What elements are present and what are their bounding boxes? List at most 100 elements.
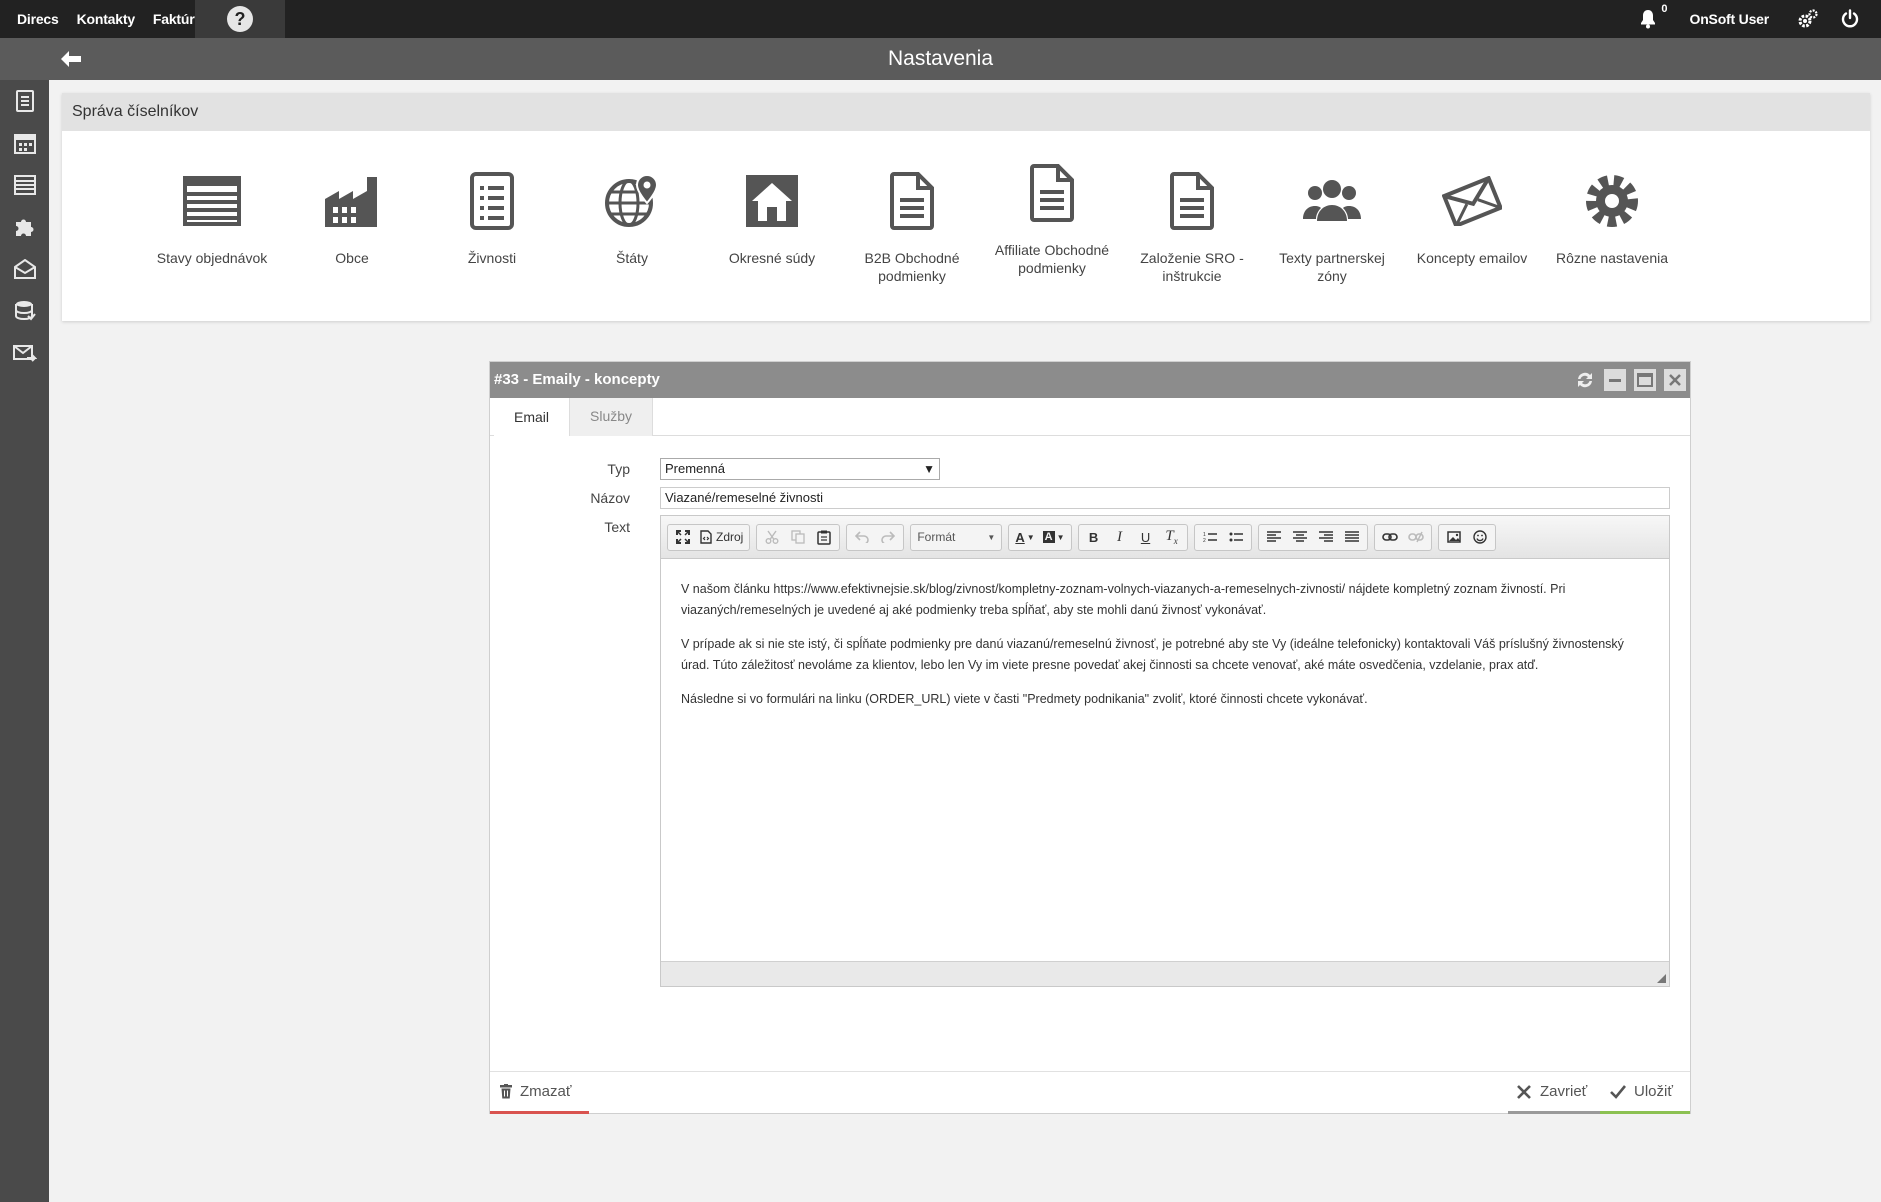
sidebar-item-modules[interactable] xyxy=(0,206,49,248)
remove-format-icon: Tx xyxy=(1165,528,1178,546)
user-name[interactable]: OnSoft User xyxy=(1690,11,1770,27)
sidebar-item-calendar[interactable] xyxy=(0,122,49,164)
image-icon xyxy=(1446,531,1461,543)
image-button[interactable] xyxy=(1441,525,1467,550)
tile-order-states[interactable]: Stavy objednávok xyxy=(142,133,282,313)
align-right-button[interactable] xyxy=(1313,525,1339,550)
name-label: Názov xyxy=(590,490,630,506)
paragraph: Následne si vo formulári na linku (ORDER… xyxy=(681,692,1368,706)
italic-button[interactable]: I xyxy=(1107,525,1133,550)
close-window-button[interactable] xyxy=(1664,369,1686,391)
delete-label: Zmazať xyxy=(520,1083,572,1100)
database-icon xyxy=(14,301,36,321)
tile-countries[interactable]: Štáty xyxy=(562,133,702,313)
sidebar-item-mail[interactable] xyxy=(0,248,49,290)
tile-partner-texts[interactable]: Texty partnerskej zóny xyxy=(1262,133,1402,313)
tile-municipalities[interactable]: Obce xyxy=(282,133,422,313)
close-button[interactable]: Zavrieť xyxy=(1508,1072,1600,1114)
undo-icon xyxy=(855,531,870,543)
tab-services[interactable]: Služby xyxy=(569,398,654,436)
redo-button[interactable] xyxy=(875,525,901,550)
format-label: Formát xyxy=(917,530,956,544)
clipboard-list-icon xyxy=(470,172,514,230)
refresh-arrows-icon xyxy=(1578,372,1592,388)
tile-affiliate-terms[interactable]: Affiliate Obchodné podmienky xyxy=(982,133,1122,313)
cut-button[interactable] xyxy=(759,525,785,550)
nav-kontakty[interactable]: Kontakty xyxy=(68,11,144,27)
background-color-button[interactable]: A ▼ xyxy=(1039,525,1069,550)
sidebar-item-documents[interactable] xyxy=(0,80,49,122)
svg-text:2: 2 xyxy=(1203,538,1206,543)
numbered-list-button[interactable]: 12 xyxy=(1197,525,1223,550)
help-button[interactable]: ? xyxy=(195,0,285,38)
source-button[interactable]: Zdroj xyxy=(696,525,747,550)
sidebar-item-mail-forward[interactable] xyxy=(0,332,49,374)
x-icon xyxy=(1517,1084,1531,1099)
tile-label: Koncepty emailov xyxy=(1416,250,1528,266)
tile-trades[interactable]: Živnosti xyxy=(422,133,562,313)
list-icon xyxy=(183,176,241,226)
link-button[interactable] xyxy=(1377,525,1403,550)
redo-icon xyxy=(881,531,896,543)
align-center-button[interactable] xyxy=(1287,525,1313,550)
puzzle-icon xyxy=(15,219,33,236)
tile-label: Stavy objednávok xyxy=(156,250,268,266)
type-label: Typ xyxy=(607,461,630,477)
editor-toolbar: Zdroj Formát ▼ A ▼ A ▼ B I U Tx 1 2 xyxy=(661,516,1669,559)
underline-button[interactable]: U xyxy=(1133,525,1159,550)
save-button[interactable]: Uložiť xyxy=(1600,1072,1690,1114)
caret-down-icon: ▼ xyxy=(987,532,996,542)
codelist-panel: Správa číselníkov Stavy objednávok Obce … xyxy=(62,93,1870,321)
chevron-down-icon: ▼ xyxy=(923,462,935,476)
maximize-icon xyxy=(1637,373,1653,387)
sidebar-item-database[interactable] xyxy=(0,290,49,332)
nav-direcs[interactable]: Direcs xyxy=(8,11,68,27)
justify-button[interactable] xyxy=(1339,525,1365,550)
format-dropdown[interactable]: Formát ▼ xyxy=(913,525,999,550)
window-titlebar[interactable]: #33 - Emaily - koncepty xyxy=(490,362,1690,398)
align-left-button[interactable] xyxy=(1261,525,1287,550)
tile-district-courts[interactable]: Okresné súdy xyxy=(702,133,842,313)
paste-button[interactable] xyxy=(811,525,837,550)
mail-forward-icon xyxy=(12,345,37,362)
tile-sro-instructions[interactable]: Založenie SRO - inštrukcie xyxy=(1122,133,1262,313)
maximize-button[interactable] xyxy=(1634,369,1656,391)
page-header: Nastavenia xyxy=(0,38,1881,80)
tile-misc-settings[interactable]: Rôzne nastavenia xyxy=(1542,133,1682,313)
remove-format-button[interactable]: Tx xyxy=(1159,525,1185,550)
copy-button[interactable] xyxy=(785,525,811,550)
tile-label: B2B Obchodné podmienky xyxy=(864,250,960,284)
notifications-button[interactable]: 0 xyxy=(1636,0,1668,38)
tile-email-drafts[interactable]: Koncepty emailov xyxy=(1402,133,1542,313)
tab-email[interactable]: Email xyxy=(494,398,570,436)
numbered-list-icon: 12 xyxy=(1203,532,1217,543)
resize-handle-icon[interactable] xyxy=(1657,974,1666,983)
unlink-button[interactable] xyxy=(1403,525,1429,550)
sidebar-item-list[interactable] xyxy=(0,164,49,206)
align-left-icon xyxy=(1266,531,1281,542)
top-nav: Direcs Kontakty Faktúry xyxy=(8,0,211,38)
text-color-button[interactable]: A ▼ xyxy=(1011,525,1038,550)
close-icon xyxy=(1669,374,1681,386)
undo-button[interactable] xyxy=(849,525,875,550)
italic-icon: I xyxy=(1117,528,1123,545)
name-input[interactable]: Viazané/remeselné živnosti xyxy=(660,487,1670,509)
document-icon xyxy=(1030,164,1074,222)
refresh-button[interactable] xyxy=(1574,369,1596,391)
settings-button[interactable] xyxy=(1797,0,1819,38)
delete-button[interactable]: Zmazať xyxy=(490,1072,589,1114)
tile-b2b-terms[interactable]: B2B Obchodné podmienky xyxy=(842,133,982,313)
envelope-icon xyxy=(1442,176,1502,226)
bullet-list-button[interactable] xyxy=(1223,525,1249,550)
minimize-button[interactable] xyxy=(1604,369,1626,391)
emoji-button[interactable] xyxy=(1467,525,1493,550)
editor-content[interactable]: V našom článku https://www.efektivnejsie… xyxy=(661,559,1669,963)
bold-button[interactable]: B xyxy=(1081,525,1107,550)
tile-label: Affiliate Obchodné podmienky xyxy=(994,242,1110,276)
fullscreen-button[interactable] xyxy=(670,525,696,550)
trash-icon xyxy=(500,1084,512,1099)
type-select[interactable]: Premenná ▼ xyxy=(660,458,940,480)
top-bar: Direcs Kontakty Faktúry ? 0 OnSoft User xyxy=(0,0,1881,38)
logout-button[interactable] xyxy=(1839,0,1861,38)
tile-label: Štáty xyxy=(616,250,648,266)
